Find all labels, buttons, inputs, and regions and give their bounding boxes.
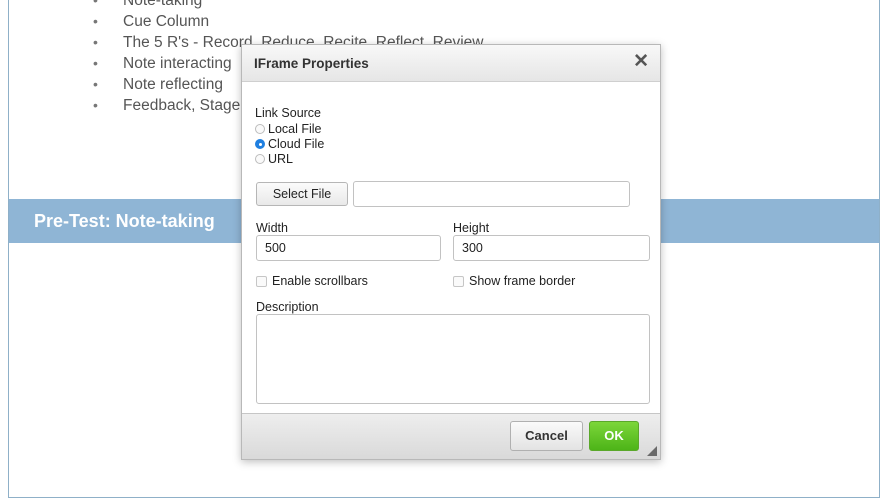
section-title: Pre-Test: Note-taking: [34, 211, 215, 231]
iframe-properties-dialog: IFrame Properties ✕ Link Source Local Fi…: [241, 44, 661, 460]
width-input[interactable]: 500: [256, 235, 441, 261]
radio-local-file[interactable]: Local File: [255, 122, 322, 136]
radio-label: Cloud File: [268, 137, 325, 151]
list-item-label: Feedback, Stage: [123, 97, 241, 114]
list-item-label: Note-taking: [123, 0, 203, 9]
radio-cloud-file[interactable]: Cloud File: [255, 137, 324, 151]
description-textarea[interactable]: [256, 314, 650, 404]
list-item-label: Cue Column: [123, 13, 210, 30]
list-item: • Cue Column: [89, 11, 483, 32]
checkbox-label: Enable scrollbars: [272, 274, 368, 288]
dialog-footer: Cancel OK: [242, 413, 660, 459]
radio-label: URL: [268, 152, 294, 166]
bullet-icon: •: [93, 34, 98, 50]
show-frame-border-checkbox[interactable]: Show frame border: [453, 274, 575, 288]
checkbox[interactable]: [256, 275, 267, 287]
enable-scrollbars-checkbox[interactable]: Enable scrollbars: [256, 274, 368, 288]
bullet-icon: •: [93, 76, 98, 92]
resize-handle-icon[interactable]: [647, 446, 657, 456]
bullet-icon: •: [93, 55, 98, 71]
checkbox[interactable]: [453, 275, 464, 287]
bullet-icon: •: [93, 97, 98, 113]
dialog-header[interactable]: IFrame Properties ✕: [242, 45, 660, 82]
link-source-label: Link Source: [255, 106, 322, 120]
radio-button-checked[interactable]: [255, 139, 265, 149]
list-item: • Note-taking: [89, 0, 483, 11]
height-label: Height: [453, 221, 490, 235]
select-file-button[interactable]: Select File: [256, 182, 348, 206]
cancel-button[interactable]: Cancel: [510, 421, 583, 451]
height-input[interactable]: 300: [453, 235, 650, 261]
list-item-label: Note interacting: [123, 55, 232, 72]
radio-label: Local File: [268, 122, 322, 136]
file-path-input[interactable]: [353, 181, 630, 207]
bullet-icon: •: [93, 0, 98, 8]
close-icon[interactable]: ✕: [633, 52, 649, 72]
list-item-label: Note reflecting: [123, 76, 223, 93]
description-label: Description: [256, 300, 319, 314]
radio-url[interactable]: URL: [255, 152, 293, 166]
radio-button[interactable]: [255, 154, 265, 164]
bullet-icon: •: [93, 13, 98, 29]
dialog-title: IFrame Properties: [254, 56, 369, 71]
checkbox-label: Show frame border: [469, 274, 576, 288]
radio-button[interactable]: [255, 124, 265, 134]
ok-button[interactable]: OK: [589, 421, 639, 451]
width-label: Width: [256, 221, 288, 235]
